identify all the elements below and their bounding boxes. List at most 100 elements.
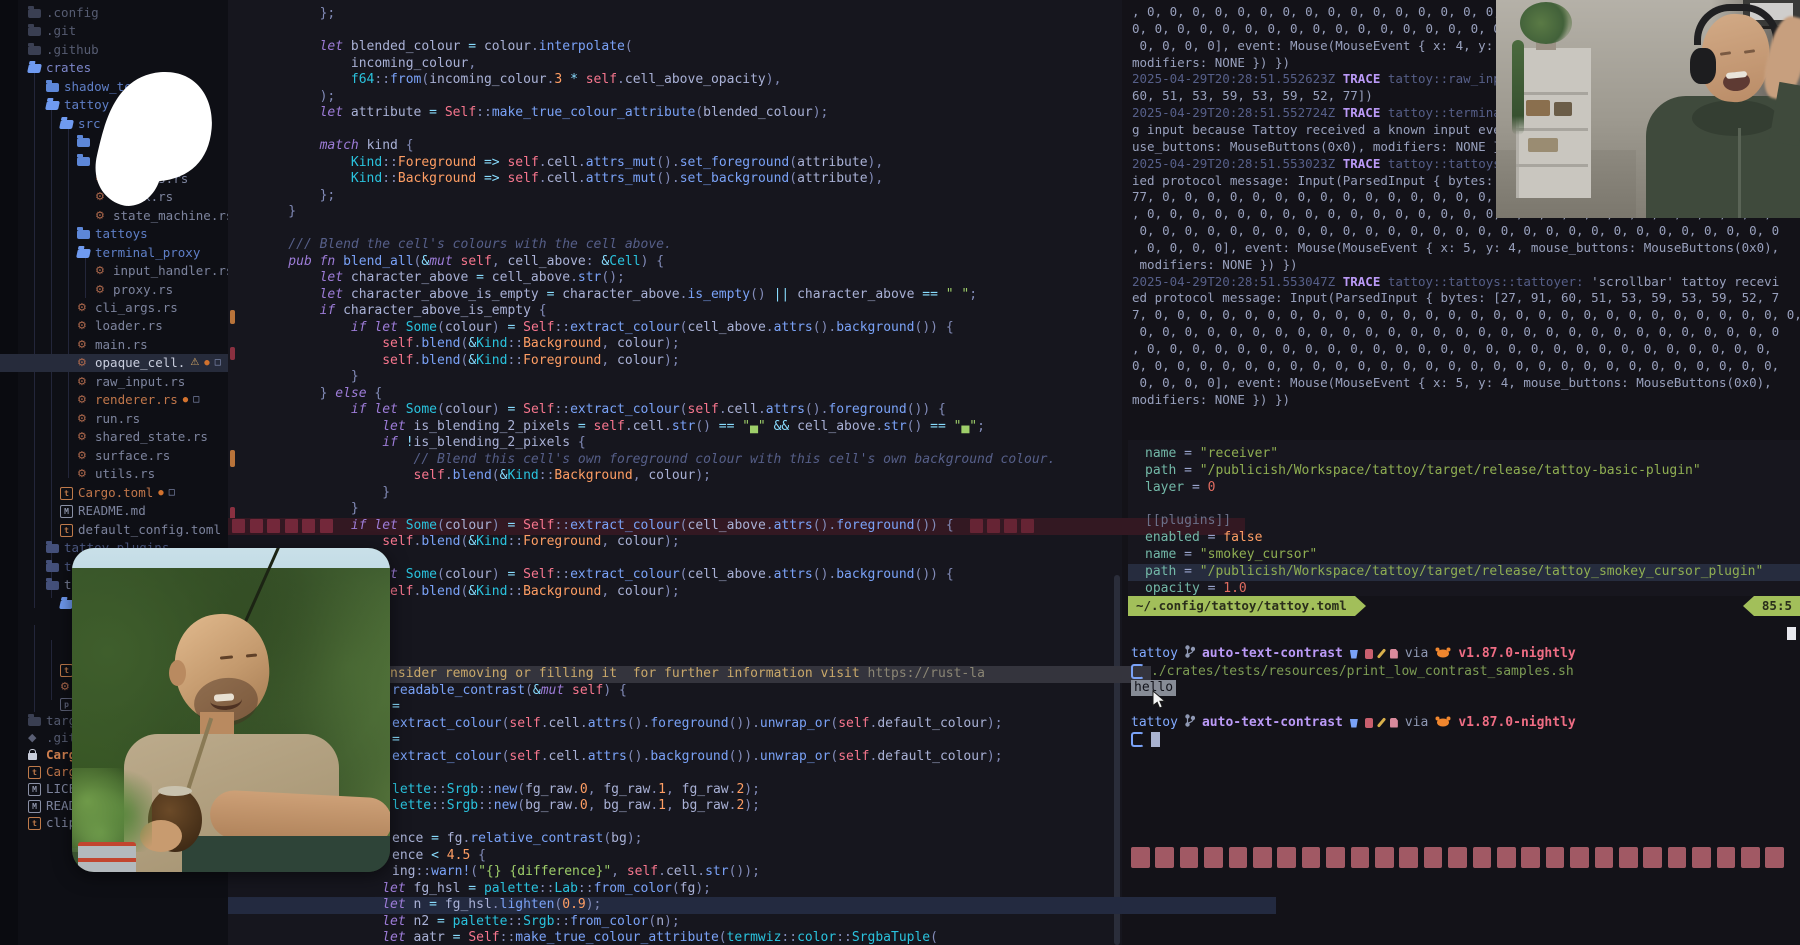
sidebar-item-default-config-toml[interactable]: tdefault_config.toml: [0, 521, 228, 539]
code-token: &: [468, 353, 476, 368]
code-token: 0: [580, 798, 588, 813]
sidebar-item-terminal-proxy[interactable]: terminal_proxy: [0, 244, 228, 262]
sidebar-item-input-handler-rs[interactable]: ⚙input_handler.rs: [0, 262, 228, 280]
code-token: colour: [617, 584, 664, 599]
sidebar-item-text: main.rs: [95, 336, 148, 354]
toml-token: opacity: [1145, 581, 1200, 596]
git-status-stash-icon: [1365, 649, 1373, 659]
toml-token: 0: [1208, 480, 1216, 495]
sidebar-item-text: terminal_proxy: [95, 244, 200, 262]
sidebar-item-opaque-cell-[interactable]: ⚙opaque_cell.⚠●□: [0, 354, 228, 372]
toml-line: name = "receiver": [1128, 446, 1800, 463]
code-token: Self: [523, 518, 554, 533]
code-token: fg_raw: [525, 782, 572, 797]
low-contrast-sample-block: [1326, 847, 1345, 868]
code-token: Some: [406, 402, 437, 417]
sidebar-item-cargo-toml[interactable]: tCargo.toml●□: [0, 484, 228, 502]
sidebar-item-label: Cargo.toml●□: [78, 484, 175, 502]
sidebar-item-tattoys[interactable]: tattoys: [0, 225, 228, 243]
code-token: colour: [445, 402, 492, 417]
powerline-arrow-icon: [1355, 596, 1366, 616]
code-token: =: [570, 419, 593, 434]
mate-rim: [158, 786, 192, 796]
code-token: ::: [374, 72, 390, 87]
code-token: (: [680, 567, 688, 582]
low-contrast-sample-block: [1204, 847, 1223, 868]
log-line: 0, 0, 0, 0], event: Mouse(MouseEvent { x…: [1128, 375, 1800, 392]
shelf-item: [1554, 102, 1572, 116]
toml-line: layer = 0: [1128, 480, 1800, 497]
toml-line: path = "/publicish/Workspace/tattoy/targ…: [1128, 564, 1800, 581]
code-token: ,: [468, 56, 476, 71]
code-token: fg_raw: [682, 782, 729, 797]
log-token: 7, 0, 0, 0, 0, 0, 0, 0, 0, 0, 0, 0, 0, 0…: [1132, 307, 1800, 322]
code-token: (: [830, 749, 838, 764]
code-token: attribute: [351, 105, 421, 120]
diff-block-marker: [1021, 519, 1034, 533]
code-token: kind: [367, 138, 398, 153]
code-line: self.blend(&Kind::Background, colour);: [228, 336, 1276, 353]
code-token: &: [468, 534, 476, 549]
low-contrast-sample-block: [1473, 847, 1492, 868]
code-token: ().: [656, 155, 679, 170]
code-token: consider removing or filling it: [374, 666, 617, 681]
code-token: 1: [658, 782, 666, 797]
code-line: f64::from(incoming_colour.3 * self.cell_…: [228, 72, 1245, 89]
code-line: }: [228, 485, 1276, 502]
sidebar-item-run-rs[interactable]: ⚙run.rs: [0, 410, 228, 428]
code-token: extract_colour: [392, 749, 502, 764]
code-token: );: [586, 897, 602, 912]
sidebar-item-surface-rs[interactable]: ⚙surface.rs: [0, 447, 228, 465]
sidebar-item-proxy-rs[interactable]: ⚙proxy.rs: [0, 281, 228, 299]
code-token: (: [492, 468, 500, 483]
code-line: }: [228, 501, 1245, 518]
sidebar-item-cli-args-rs[interactable]: ⚙cli_args.rs: [0, 299, 228, 317]
code-token: ::: [507, 336, 523, 351]
sidebar-item-shared-state-rs[interactable]: ⚙shared_state.rs: [0, 428, 228, 446]
code-token: );: [664, 336, 680, 351]
sidebar-item--config[interactable]: .config: [0, 4, 228, 22]
sidebar-item-label: main.rs: [95, 336, 148, 354]
code-token: readable_contrast: [392, 683, 525, 698]
sidebar-item-raw-input-rs[interactable]: ⚙raw_input.rs: [0, 373, 228, 391]
code-token: ) {: [603, 683, 626, 698]
code-token: fg_hsl: [414, 881, 461, 896]
code-token: new: [494, 782, 517, 797]
code-token: default_colour: [877, 749, 987, 764]
sidebar-item-main-rs[interactable]: ⚙main.rs: [0, 336, 228, 354]
code-token: ): [492, 402, 508, 417]
code-token: self: [509, 716, 540, 731]
code-token: pub fn: [288, 254, 343, 269]
code-token: cell_above: [688, 518, 766, 533]
sidebar-item--github[interactable]: .github: [0, 41, 228, 59]
code-token: make_true_colour_attribute: [492, 105, 696, 120]
code-token: Srgb: [447, 782, 478, 797]
sidebar-item--git[interactable]: .git: [0, 22, 228, 40]
code-line: if let Some(colour) = Self::extract_colo…: [228, 320, 1245, 337]
code-line: let aatr = Self::make_true_colour_attrib…: [228, 930, 1276, 945]
sidebar-item-loader-rs[interactable]: ⚙loader.rs: [0, 317, 228, 335]
code-token: set_background: [680, 171, 790, 186]
code-token: palette: [453, 914, 508, 929]
sidebar-item-text: surface.rs: [95, 447, 170, 465]
gitignore-icon: ◆: [28, 731, 36, 745]
sidebar-item-state-machine-rs[interactable]: ⚙state_machine.rs: [0, 207, 228, 225]
rust-file-icon: ⚙: [95, 209, 105, 223]
code-line: match kind {: [228, 138, 1214, 155]
code-token: 0.9: [562, 897, 585, 912]
terminal-scrollbar-thumb[interactable]: [1787, 627, 1796, 640]
sidebar-item-readme-md[interactable]: MREADME.md: [0, 502, 228, 520]
code-token: &: [468, 336, 476, 351]
code-token: ::: [507, 914, 523, 929]
code-token: self: [572, 683, 603, 698]
code-token: blend: [421, 534, 460, 549]
code-token: (: [672, 881, 680, 896]
shell-cursor-line[interactable]: [1131, 731, 1160, 748]
sidebar-item-renderer-rs[interactable]: ⚙renderer.rs●□: [0, 391, 228, 409]
code-token: attrs: [774, 518, 813, 533]
log-token: , 0, 0, 0, 0], event: Mouse(MouseEvent {…: [1132, 240, 1779, 255]
code-token: ==: [922, 419, 953, 434]
code-token: =: [507, 567, 523, 582]
code-token: self: [586, 72, 617, 87]
sidebar-item-utils-rs[interactable]: ⚙utils.rs: [0, 465, 228, 483]
